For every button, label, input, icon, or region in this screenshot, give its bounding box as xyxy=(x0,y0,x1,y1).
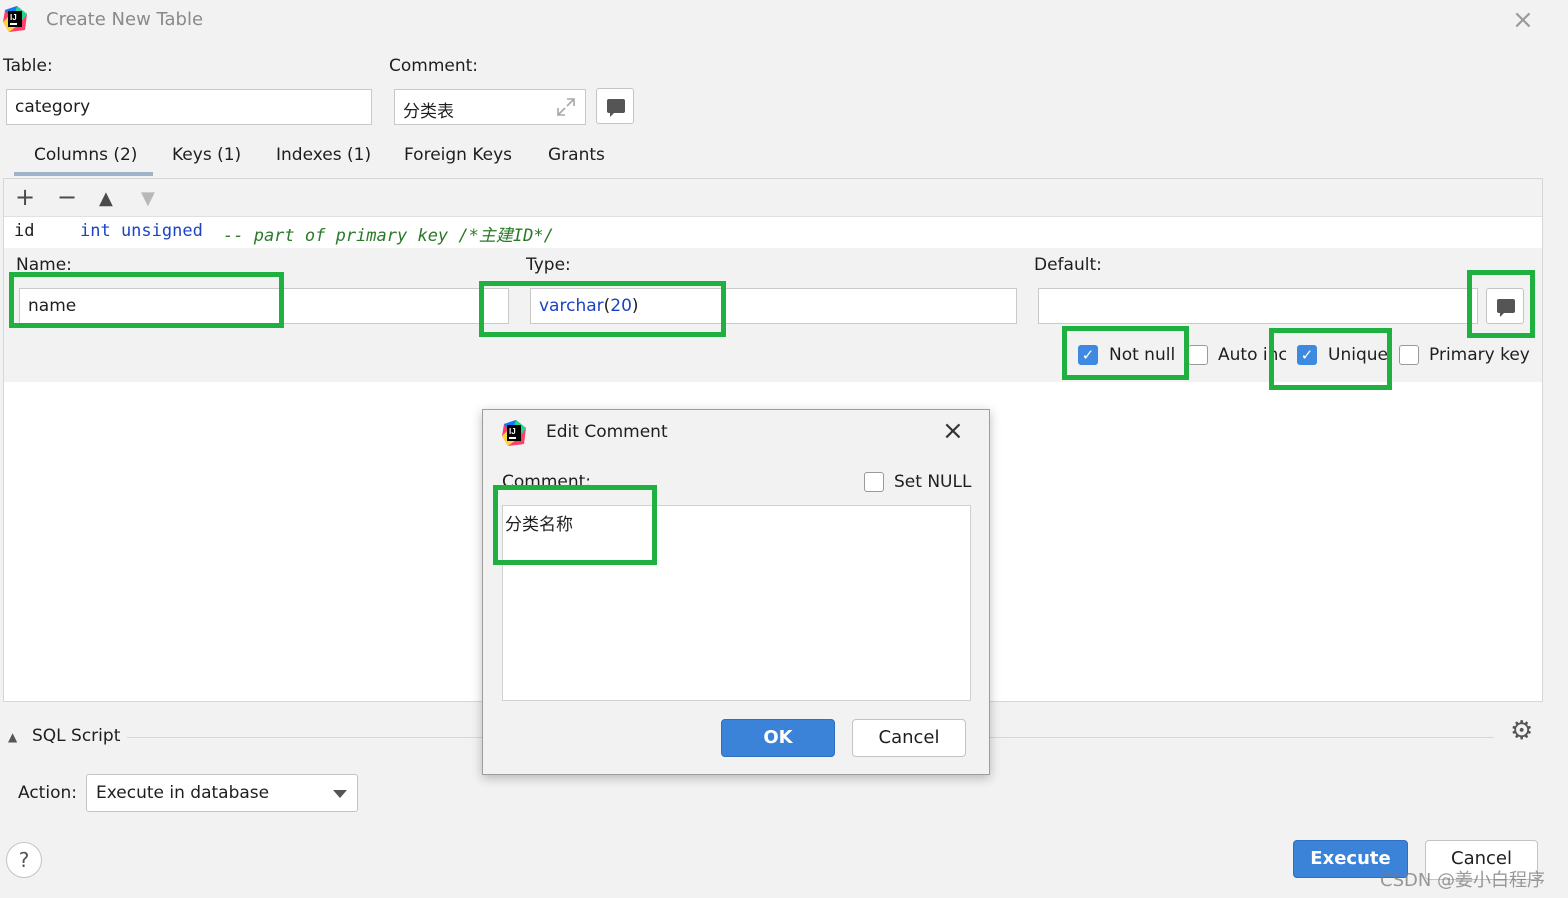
svg-text:IJ: IJ xyxy=(509,427,516,436)
app-logo-icon: IJ xyxy=(3,6,27,32)
column-comment: -- part of primary key /*主建ID*/ xyxy=(223,226,554,246)
table-comment-button[interactable] xyxy=(596,88,634,124)
auto-inc-checkbox[interactable] xyxy=(1188,345,1208,365)
set-null-label: Set NULL xyxy=(894,472,972,492)
type-label: Type: xyxy=(526,255,571,275)
svg-text:IJ: IJ xyxy=(10,13,17,22)
tab-indexes[interactable]: Indexes (1) xyxy=(276,145,371,165)
close-icon[interactable]: × xyxy=(1512,6,1534,34)
app-logo-icon: IJ xyxy=(502,420,526,446)
columns-toolbar xyxy=(4,179,1542,217)
highlight-not-null-box xyxy=(1062,326,1189,380)
highlight-unique-box xyxy=(1269,328,1392,390)
column-row-id[interactable]: id int unsigned -- part of primary key /… xyxy=(4,217,1542,247)
add-icon[interactable]: + xyxy=(15,184,35,210)
dialog-title: Edit Comment xyxy=(546,422,668,442)
ok-button[interactable]: OK xyxy=(721,719,835,757)
title-bar: IJ Create New Table × xyxy=(0,0,1568,44)
table-comment-value: 分类表 xyxy=(403,102,454,122)
move-down-icon[interactable]: ▼ xyxy=(141,186,155,212)
tab-grants[interactable]: Grants xyxy=(548,145,605,165)
comment-icon xyxy=(607,99,625,117)
watermark: CSDN @姜小白程序 xyxy=(1380,870,1546,891)
action-label: Action: xyxy=(18,783,77,803)
edit-comment-dialog: IJ Edit Comment × Comment: Set NULL 分类名称… xyxy=(482,409,990,775)
tab-foreign-keys[interactable]: Foreign Keys xyxy=(404,145,512,165)
dialog-cancel-button[interactable]: Cancel xyxy=(852,719,966,757)
dropdown-arrow-icon xyxy=(333,790,347,798)
action-select-value: Execute in database xyxy=(96,783,270,803)
help-icon[interactable]: ? xyxy=(6,842,42,878)
tab-columns[interactable]: Columns (2) xyxy=(34,145,137,165)
column-type: int unsigned xyxy=(80,221,203,241)
primary-key-label: Primary key xyxy=(1429,345,1530,365)
table-label: Table: xyxy=(3,56,53,76)
comment-label: Comment: xyxy=(389,56,479,76)
column-name: id xyxy=(14,221,35,241)
default-input[interactable] xyxy=(1038,288,1478,324)
highlight-dialog-comment-box xyxy=(493,485,657,565)
primary-key-checkbox[interactable] xyxy=(1399,345,1419,365)
sql-script-label[interactable]: SQL Script xyxy=(32,726,120,746)
expand-icon[interactable] xyxy=(556,97,576,117)
set-null-checkbox[interactable] xyxy=(864,472,884,492)
tab-keys[interactable]: Keys (1) xyxy=(172,145,241,165)
move-up-icon[interactable]: ▲ xyxy=(99,186,113,212)
default-label: Default: xyxy=(1034,255,1102,275)
highlight-comment-button-box xyxy=(1467,270,1535,338)
action-select[interactable]: Execute in database xyxy=(86,774,358,812)
active-tab-indicator xyxy=(14,172,153,176)
collapse-icon[interactable]: ▲ xyxy=(8,730,17,744)
highlight-type-box xyxy=(479,281,726,337)
gear-icon[interactable]: ⚙ xyxy=(1510,716,1533,746)
close-icon[interactable]: × xyxy=(942,416,964,446)
window-title: Create New Table xyxy=(46,9,204,30)
table-name-input[interactable]: category xyxy=(6,89,372,125)
remove-icon[interactable]: − xyxy=(57,184,77,210)
highlight-name-box xyxy=(9,272,284,328)
